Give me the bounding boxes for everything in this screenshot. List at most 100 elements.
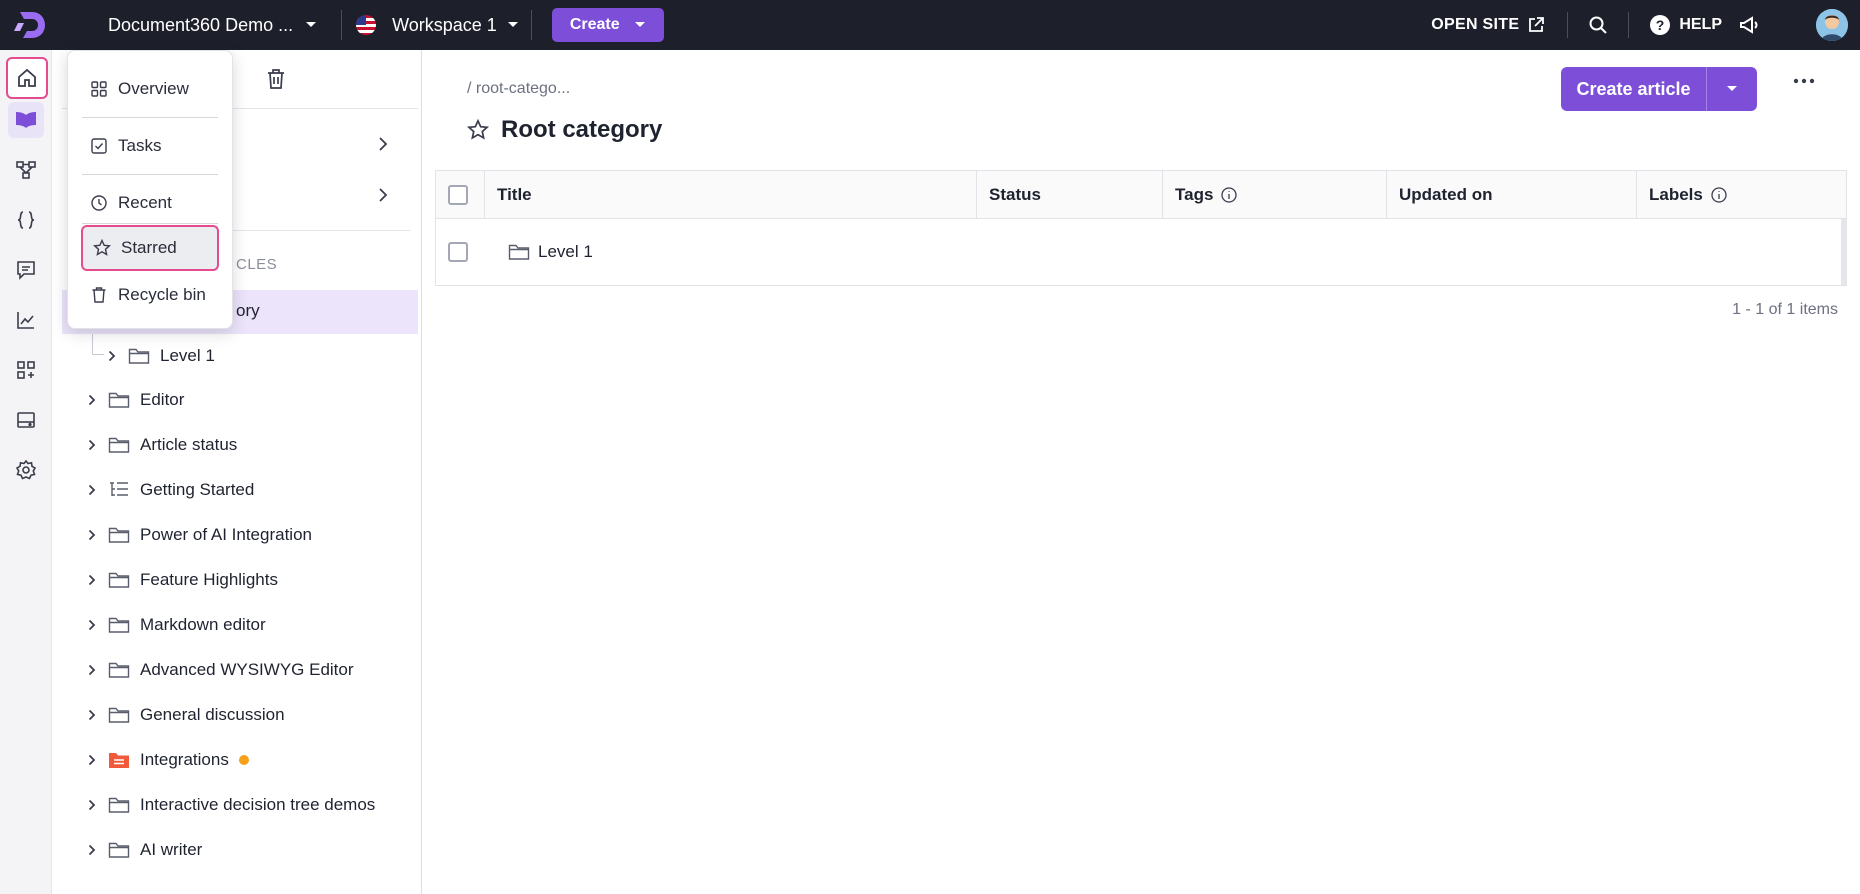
workspace-selector[interactable]: Workspace 1 bbox=[356, 15, 519, 36]
create-article-button[interactable]: Create article bbox=[1561, 67, 1757, 111]
tree-item-general-discussion[interactable]: General discussion bbox=[62, 693, 418, 737]
row-checkbox[interactable] bbox=[448, 242, 468, 262]
chevron-right-icon[interactable] bbox=[76, 574, 108, 586]
open-site-link[interactable]: OPEN SITE bbox=[1431, 16, 1545, 34]
tree-item-label: Power of AI Integration bbox=[140, 525, 312, 544]
divider bbox=[82, 223, 218, 224]
more-options-icon[interactable] bbox=[1793, 78, 1815, 84]
chevron-right-icon[interactable] bbox=[76, 619, 108, 631]
status-dot bbox=[238, 755, 249, 765]
tree-item-label: Integrations bbox=[140, 750, 229, 769]
folder-filled-orange-icon bbox=[108, 751, 130, 769]
help-label: HELP bbox=[1679, 16, 1722, 33]
create-label: Create bbox=[569, 16, 620, 33]
tree-item-level-1[interactable]: Level 1 bbox=[62, 334, 418, 378]
tree-item-markdown-editor[interactable]: Markdown editor bbox=[62, 603, 418, 647]
folder-icon bbox=[108, 526, 130, 544]
menu-item-recycle-bin[interactable]: Recycle bin bbox=[80, 275, 220, 315]
column-header-labels[interactable]: Labels bbox=[1636, 171, 1836, 219]
chevron-right-icon[interactable] bbox=[76, 394, 108, 406]
feedback-icon[interactable] bbox=[8, 252, 44, 288]
column-header-title[interactable]: Title bbox=[484, 171, 976, 219]
column-label: Status bbox=[989, 185, 1041, 204]
info-icon[interactable] bbox=[1711, 187, 1727, 203]
folder-icon bbox=[108, 841, 130, 859]
table-scrollbar[interactable] bbox=[1841, 219, 1847, 285]
drive-icon[interactable] bbox=[8, 402, 44, 438]
divider bbox=[341, 10, 343, 40]
search-icon[interactable] bbox=[1588, 15, 1608, 35]
grid-icon bbox=[90, 80, 108, 98]
apps-add-icon[interactable] bbox=[8, 352, 44, 388]
column-label: Title bbox=[497, 185, 532, 204]
menu-item-label: Recent bbox=[118, 193, 172, 212]
chevron-right-icon[interactable] bbox=[76, 799, 108, 811]
selected-category-label: ory bbox=[236, 301, 260, 320]
code-braces-icon[interactable] bbox=[8, 202, 44, 238]
folder-icon bbox=[108, 616, 130, 634]
chevron-right-icon[interactable] bbox=[378, 136, 388, 152]
folder-icon bbox=[108, 796, 130, 814]
tree-item-label: Getting Started bbox=[140, 480, 255, 499]
breadcrumb[interactable]: / root-catego... bbox=[467, 80, 570, 98]
column-label: Labels bbox=[1649, 185, 1703, 204]
menu-item-starred[interactable]: Starred bbox=[81, 225, 219, 271]
info-icon[interactable] bbox=[1221, 187, 1238, 203]
tree-item-editor[interactable]: Editor bbox=[62, 378, 418, 422]
folder-icon bbox=[108, 391, 130, 409]
tree-item-ai-writer[interactable]: AI writer bbox=[62, 828, 418, 872]
divider bbox=[82, 117, 218, 118]
trash-icon[interactable] bbox=[266, 68, 286, 90]
menu-item-overview[interactable]: Overview bbox=[80, 69, 220, 109]
chevron-right-icon[interactable] bbox=[76, 529, 108, 541]
home-dropdown-menu: Overview Tasks Recent Starred Recycle bi… bbox=[67, 50, 233, 329]
home-icon[interactable] bbox=[6, 57, 48, 99]
settings-icon[interactable] bbox=[8, 452, 44, 488]
create-button[interactable]: Create bbox=[551, 8, 664, 42]
tree-item-power-of-ai[interactable]: Power of AI Integration bbox=[62, 513, 418, 557]
book-icon[interactable] bbox=[8, 102, 44, 138]
workspace-name: Workspace 1 bbox=[392, 14, 497, 35]
caret-down-icon[interactable] bbox=[1707, 67, 1757, 111]
clock-icon bbox=[90, 194, 108, 212]
main-content: / root-catego... Root category Create ar… bbox=[423, 50, 1860, 894]
tree-item-article-status[interactable]: Article status bbox=[62, 423, 418, 467]
tree-item-integrations[interactable]: Integrations bbox=[62, 738, 418, 782]
column-header-status[interactable]: Status bbox=[976, 171, 1162, 219]
folder-icon bbox=[108, 661, 130, 679]
table-row[interactable]: Level 1 bbox=[436, 219, 1846, 285]
page-title-text: Root category bbox=[501, 116, 663, 143]
project-selector[interactable]: Document360 Demo ... bbox=[108, 15, 317, 36]
chevron-right-icon[interactable] bbox=[76, 484, 108, 496]
chevron-right-icon[interactable] bbox=[76, 754, 108, 766]
chevron-right-icon[interactable] bbox=[76, 709, 108, 721]
menu-item-recent[interactable]: Recent bbox=[80, 183, 220, 223]
chevron-right-icon[interactable] bbox=[378, 187, 388, 203]
help-button[interactable]: ? HELP bbox=[1649, 14, 1722, 36]
chevron-right-icon[interactable] bbox=[76, 844, 108, 856]
megaphone-icon[interactable] bbox=[1738, 14, 1760, 36]
chevron-right-icon[interactable] bbox=[96, 350, 128, 362]
analytics-icon[interactable] bbox=[8, 302, 44, 338]
chevron-right-icon[interactable] bbox=[76, 664, 108, 676]
select-all-checkbox[interactable] bbox=[448, 185, 468, 205]
star-outline-icon[interactable] bbox=[467, 119, 489, 141]
menu-item-tasks[interactable]: Tasks bbox=[80, 126, 220, 166]
row-title[interactable]: Level 1 bbox=[538, 242, 593, 262]
column-header-updated-on[interactable]: Updated on bbox=[1386, 171, 1636, 219]
workflow-icon[interactable] bbox=[8, 152, 44, 188]
articles-table: Title Status Tags Updated on Labels Leve… bbox=[435, 170, 1847, 286]
column-header-tags[interactable]: Tags bbox=[1162, 171, 1386, 219]
column-label: Tags bbox=[1175, 185, 1214, 204]
tree-item-label: Interactive decision tree demos bbox=[140, 795, 376, 814]
tree-item-label: Article status bbox=[140, 435, 238, 454]
chevron-right-icon[interactable] bbox=[76, 439, 108, 451]
tree-item-feature-highlights[interactable]: Feature Highlights bbox=[62, 558, 418, 602]
open-site-label: OPEN SITE bbox=[1431, 16, 1520, 33]
tree-item-getting-started[interactable]: Getting Started bbox=[62, 468, 418, 512]
tree-item-interactive-decision-tree[interactable]: Interactive decision tree demos bbox=[62, 783, 418, 827]
pagination-summary: 1 - 1 of 1 items bbox=[1732, 301, 1838, 318]
tree-item-advanced-wysiwyg[interactable]: Advanced WYSIWYG Editor bbox=[62, 648, 418, 692]
document360-logo-icon[interactable] bbox=[0, 0, 62, 50]
avatar[interactable] bbox=[1816, 9, 1848, 41]
